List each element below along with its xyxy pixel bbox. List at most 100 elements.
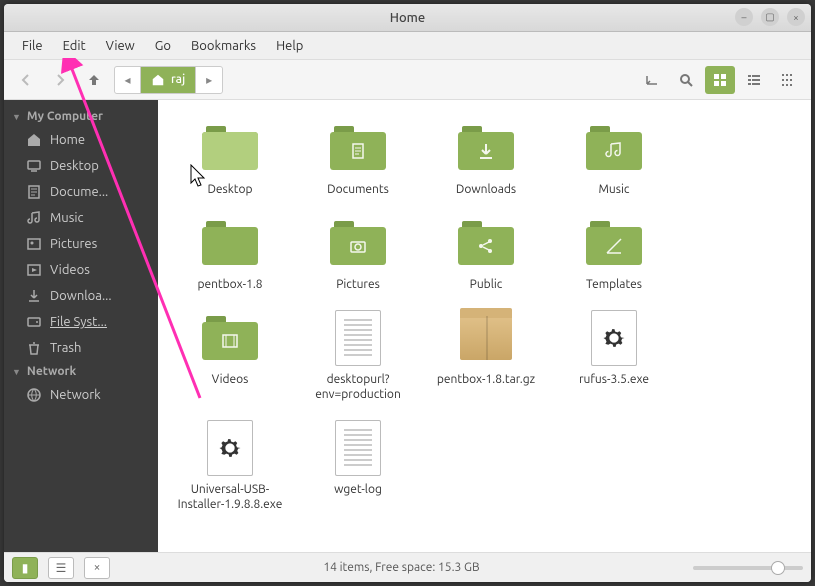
path-home-segment[interactable]: raj — [141, 67, 196, 93]
file-item[interactable]: Universal-USB-Installer-1.9.8.8.exe — [166, 416, 294, 526]
pictures-icon — [26, 236, 42, 252]
text-file-icon — [335, 310, 381, 366]
path-location-label: raj — [171, 73, 185, 86]
path-next-icon[interactable]: ▸ — [196, 67, 222, 93]
folder-icon — [458, 126, 514, 170]
file-item[interactable]: Templates — [550, 211, 678, 306]
compact-view-button[interactable] — [773, 66, 803, 94]
sidebar-item-label: Home — [50, 133, 85, 147]
folder-icon — [330, 221, 386, 265]
sidebar-item-file-syst-[interactable]: File Syst... — [4, 309, 158, 335]
close-button[interactable]: × — [787, 8, 805, 26]
menu-view[interactable]: View — [96, 35, 145, 57]
menu-help[interactable]: Help — [266, 35, 313, 57]
file-label: Templates — [586, 277, 642, 292]
file-item[interactable]: desktopurl?env=production — [294, 306, 422, 416]
sidebar: ▼My Computer Home Desktop Docume...MusicPic… — [4, 100, 158, 552]
list-view-button[interactable] — [739, 66, 769, 94]
sidebar-item-network[interactable]: Network — [4, 382, 158, 408]
file-item[interactable]: wget-log — [294, 416, 422, 526]
sidebar-section[interactable]: ▼Network — [4, 361, 158, 382]
sidebar-item-desktop[interactable]: Desktop — [4, 153, 158, 179]
file-label: Downloads — [456, 182, 516, 197]
file-content-area[interactable]: Desktop Documents Downloads Music pentbox-1.… — [158, 100, 811, 552]
trash-icon — [26, 340, 42, 356]
minimize-button[interactable]: – — [735, 8, 753, 26]
file-manager-window: Home – ▢ × File Edit View Go Bookmarks H… — [4, 4, 811, 582]
package-icon — [460, 316, 512, 360]
file-label: Universal-USB-Installer-1.9.8.8.exe — [170, 482, 290, 512]
sidebar-item-trash[interactable]: Trash — [4, 335, 158, 361]
show-tree-button[interactable]: ☰ — [48, 557, 74, 579]
folder-icon — [586, 221, 642, 265]
up-button[interactable] — [80, 66, 108, 94]
file-item[interactable]: Desktop — [166, 116, 294, 211]
folder-icon — [202, 221, 258, 265]
folder-icon — [586, 126, 642, 170]
folder-icon — [458, 221, 514, 265]
file-item[interactable]: Documents — [294, 116, 422, 211]
caret-down-icon: ▼ — [12, 112, 21, 122]
text-file-icon — [335, 420, 381, 476]
file-item[interactable]: Downloads — [422, 116, 550, 211]
back-button[interactable] — [12, 66, 40, 94]
globe-icon — [26, 387, 42, 403]
forward-button[interactable] — [46, 66, 74, 94]
sidebar-item-label: File Syst... — [50, 315, 107, 329]
file-label: Videos — [212, 372, 249, 387]
music-icon — [26, 210, 42, 226]
close-sidebar-button[interactable]: × — [84, 557, 110, 579]
menu-file[interactable]: File — [12, 35, 53, 57]
icon-view-button[interactable] — [705, 66, 735, 94]
menu-edit[interactable]: Edit — [53, 35, 96, 57]
path-prev-icon[interactable]: ◂ — [115, 67, 141, 93]
exe-file-icon — [207, 420, 253, 476]
file-label: pentbox-1.8.tar.gz — [437, 372, 535, 387]
sidebar-item-downloa-[interactable]: Downloa... — [4, 283, 158, 309]
sidebar-item-videos[interactable]: Videos — [4, 257, 158, 283]
file-item[interactable]: Public — [422, 211, 550, 306]
file-item[interactable]: Music — [550, 116, 678, 211]
file-item[interactable]: pentbox-1.8.tar.gz — [422, 306, 550, 416]
file-label: Pictures — [336, 277, 380, 292]
window-title: Home — [390, 11, 425, 25]
disk-icon — [26, 314, 42, 330]
download-icon — [26, 288, 42, 304]
folder-icon — [202, 126, 258, 170]
file-item[interactable]: rufus-3.5.exe — [550, 306, 678, 416]
pathbar[interactable]: ◂ raj ▸ — [114, 66, 223, 94]
search-button[interactable] — [671, 66, 701, 94]
status-text: 14 items, Free space: 15.3 GB — [120, 561, 683, 574]
exe-file-icon — [591, 310, 637, 366]
file-label: Documents — [327, 182, 389, 197]
home-icon — [151, 73, 165, 87]
file-item[interactable]: Videos — [166, 306, 294, 416]
sidebar-section[interactable]: ▼My Computer — [4, 106, 158, 127]
sidebar-item-home[interactable]: Home — [4, 127, 158, 153]
file-item[interactable]: Pictures — [294, 211, 422, 306]
doc-icon — [26, 184, 42, 200]
file-label: rufus-3.5.exe — [579, 372, 649, 387]
statusbar: ▮ ☰ × 14 items, Free space: 15.3 GB — [4, 552, 811, 582]
folder-icon — [330, 126, 386, 170]
file-label: wget-log — [334, 482, 382, 497]
desktop-icon — [26, 158, 42, 174]
menu-go[interactable]: Go — [145, 35, 181, 57]
menu-bookmarks[interactable]: Bookmarks — [181, 35, 266, 57]
maximize-button[interactable]: ▢ — [761, 8, 779, 26]
titlebar: Home – ▢ × — [4, 4, 811, 32]
file-item[interactable]: pentbox-1.8 — [166, 211, 294, 306]
sidebar-item-label: Trash — [50, 341, 81, 355]
toggle-location-button[interactable] — [637, 66, 667, 94]
toolbar: ◂ raj ▸ — [4, 60, 811, 100]
sidebar-item-label: Desktop — [50, 159, 99, 173]
sidebar-item-docume-[interactable]: Docume... — [4, 179, 158, 205]
sidebar-item-music[interactable]: Music — [4, 205, 158, 231]
caret-down-icon: ▼ — [12, 367, 21, 377]
file-label: Music — [599, 182, 630, 197]
zoom-slider[interactable] — [693, 566, 803, 570]
sidebar-item-label: Network — [50, 388, 101, 402]
sidebar-item-pictures[interactable]: Pictures — [4, 231, 158, 257]
sidebar-item-label: Downloa... — [50, 289, 112, 303]
show-places-button[interactable]: ▮ — [12, 557, 38, 579]
